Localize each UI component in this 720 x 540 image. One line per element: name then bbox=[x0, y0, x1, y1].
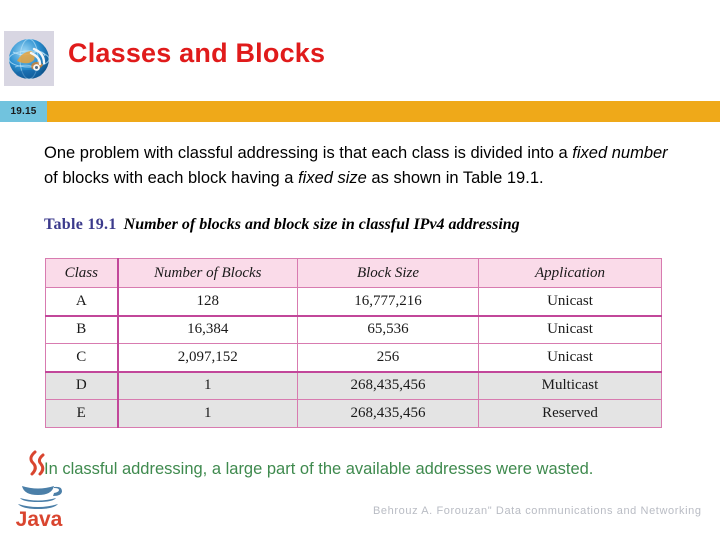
intro-text-part3: as shown in Table 19.1. bbox=[366, 168, 544, 187]
cell-class: A bbox=[45, 287, 119, 317]
cell-block-size: 268,435,456 bbox=[297, 399, 479, 428]
slide-number-badge: 19.15 bbox=[0, 101, 47, 122]
intro-emphasis-fixed-size: fixed size bbox=[298, 168, 367, 187]
column-header-application: Application bbox=[478, 258, 662, 288]
table-row: E 1 268,435,456 Reserved bbox=[45, 399, 662, 428]
column-header-class: Class bbox=[45, 258, 119, 288]
cell-blocks: 1 bbox=[117, 399, 298, 428]
intro-text-part1: One problem with classful addressing is … bbox=[44, 143, 573, 162]
cell-blocks: 128 bbox=[117, 287, 298, 317]
java-wordmark: Java bbox=[16, 508, 63, 530]
intro-emphasis-fixed-number: fixed number bbox=[572, 143, 668, 162]
slide-header: Classes and Blocks bbox=[0, 0, 720, 100]
slide-number-bar: 19.15 bbox=[0, 101, 720, 122]
column-header-block-size: Block Size bbox=[297, 258, 479, 288]
cell-application: Unicast bbox=[478, 287, 662, 317]
table-caption: Table 19.1 Number of blocks and block siz… bbox=[44, 216, 520, 234]
classes-table: Class Number of Blocks Block Size Applic… bbox=[45, 258, 662, 428]
column-header-num-blocks: Number of Blocks bbox=[117, 258, 298, 288]
cell-blocks: 1 bbox=[117, 370, 298, 400]
cell-application: Unicast bbox=[478, 315, 662, 344]
accent-bar bbox=[47, 101, 720, 122]
page-title: Classes and Blocks bbox=[68, 38, 326, 68]
cell-class: E bbox=[45, 399, 119, 428]
cell-class: D bbox=[45, 370, 119, 400]
cell-block-size: 16,777,216 bbox=[297, 287, 479, 317]
globe-network-icon bbox=[4, 31, 54, 86]
cell-application: Unicast bbox=[478, 343, 662, 372]
cell-application: Reserved bbox=[478, 399, 662, 428]
table-caption-label: Table 19.1 bbox=[44, 216, 117, 233]
table-caption-text: Number of blocks and block size in class… bbox=[123, 216, 520, 233]
table-header-row: Class Number of Blocks Block Size Applic… bbox=[45, 258, 662, 288]
cell-class: B bbox=[45, 315, 119, 344]
intro-text-part2: of blocks with each block having a bbox=[44, 168, 299, 187]
java-coffee-cup-icon: Java bbox=[8, 448, 70, 530]
intro-paragraph: One problem with classful addressing is … bbox=[44, 141, 684, 191]
table-row: D 1 268,435,456 Multicast bbox=[45, 370, 662, 400]
cell-application: Multicast bbox=[478, 370, 662, 400]
table-row: A 128 16,777,216 Unicast bbox=[45, 287, 662, 317]
table-row: B 16,384 65,536 Unicast bbox=[45, 315, 662, 344]
table-row: C 2,097,152 256 Unicast bbox=[45, 343, 662, 372]
cell-block-size: 65,536 bbox=[297, 315, 479, 344]
footer-credit: Behrouz A. Forouzan" Data communications… bbox=[373, 505, 702, 517]
cell-class: C bbox=[45, 343, 119, 372]
cell-blocks: 16,384 bbox=[117, 315, 298, 344]
cell-block-size: 256 bbox=[297, 343, 479, 372]
footnote-text: In classful addressing, a large part of … bbox=[44, 459, 594, 478]
cell-block-size: 268,435,456 bbox=[297, 370, 479, 400]
cell-blocks: 2,097,152 bbox=[117, 343, 298, 372]
classes-table-container: Class Number of Blocks Block Size Applic… bbox=[45, 258, 662, 428]
